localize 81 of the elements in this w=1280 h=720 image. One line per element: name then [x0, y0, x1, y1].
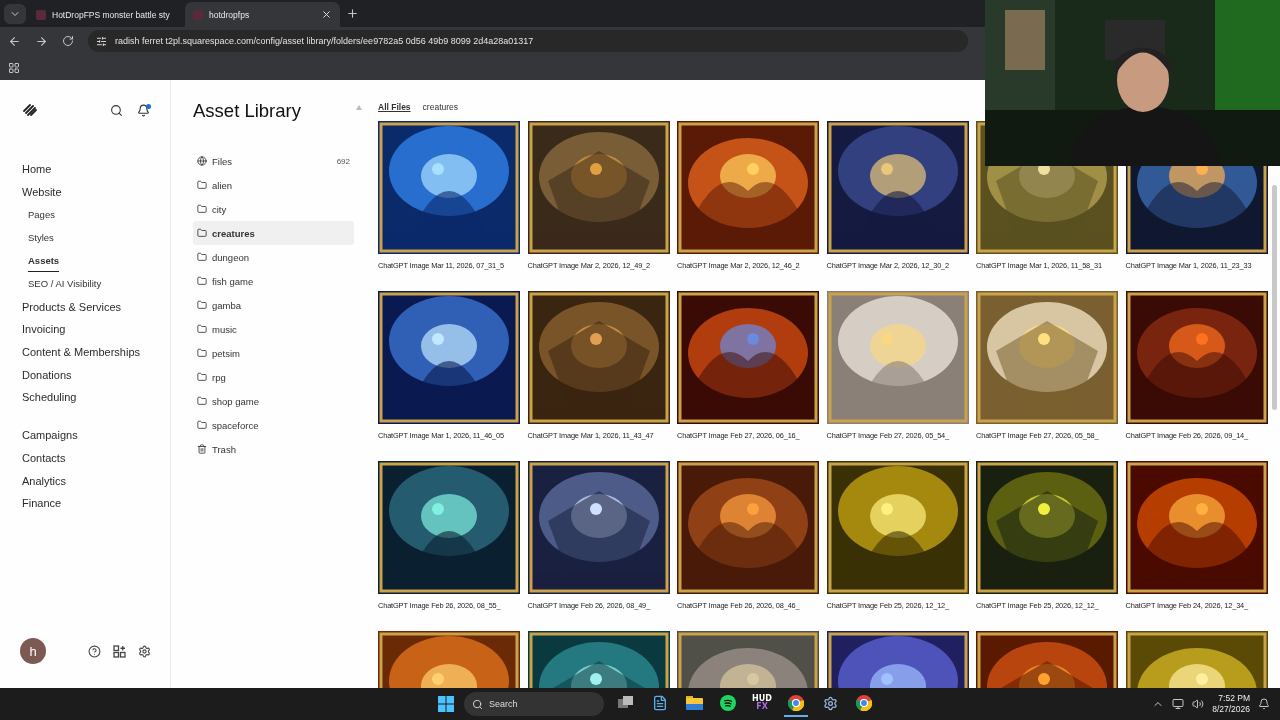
folder-icon	[197, 420, 207, 430]
nav-link[interactable]: Home	[22, 158, 170, 181]
help-icon[interactable]	[88, 644, 101, 658]
search-icon[interactable]	[110, 103, 123, 117]
folder-item[interactable]: petsim	[193, 341, 354, 365]
volume-icon[interactable]	[1192, 698, 1205, 710]
page-title: Asset Library	[193, 100, 302, 122]
nav-link[interactable]: Scheduling	[22, 386, 170, 409]
folder-icon	[197, 372, 207, 382]
notification-bell-icon[interactable]	[1258, 698, 1270, 710]
avatar[interactable]: h	[20, 638, 46, 664]
notepad-icon[interactable]	[652, 695, 668, 711]
nav-sublink[interactable]: SEO / AI Visibility	[28, 272, 102, 296]
monitor-icon[interactable]	[1172, 698, 1185, 710]
search-field[interactable]: Search	[464, 692, 604, 716]
breadcrumb-link[interactable]: All Files	[378, 102, 411, 112]
address-bar[interactable]: radish ferret t2pl.squarespace.com/config/asset library/folders/ee9782a5 0d56 49b9 8099 2d4a28a01317	[88, 30, 968, 52]
folder-item[interactable]: dungeon	[193, 245, 354, 269]
folder-item[interactable]: gamba	[193, 293, 354, 317]
favicon-icon	[36, 9, 46, 20]
folder-item[interactable]: Trash	[193, 437, 354, 461]
settings-icon[interactable]	[138, 644, 151, 658]
folder-icon	[197, 300, 207, 310]
browser-icon[interactable]	[788, 695, 804, 711]
music-app-icon[interactable]	[720, 695, 736, 711]
nav-link[interactable]: Donations	[22, 363, 170, 387]
apps-icon[interactable]	[8, 61, 20, 74]
nav-link[interactable]: Contacts	[22, 446, 170, 470]
site-info-icon[interactable]	[96, 35, 107, 47]
gear-icon[interactable]	[822, 695, 838, 711]
folder-item[interactable]: creatures	[193, 221, 354, 245]
browser-icon[interactable]	[856, 695, 872, 711]
folder-item[interactable]: fish game	[193, 269, 354, 293]
file-count: 692	[336, 156, 350, 166]
clock[interactable]: 7:52 PM 8/27/2026	[1212, 693, 1250, 715]
folder-icon	[197, 276, 207, 286]
nav-link[interactable]: Analytics	[22, 469, 170, 492]
nav-link[interactable]: Website	[22, 180, 170, 204]
breadcrumb-link[interactable]: creatures	[422, 102, 459, 112]
logo-icon[interactable]	[22, 103, 38, 117]
folder-icon	[197, 204, 207, 214]
folder-item[interactable]: city	[193, 197, 354, 221]
nav-sublink[interactable]: Styles	[28, 226, 54, 250]
start-icon[interactable]	[438, 696, 454, 712]
folder-icon	[197, 252, 207, 262]
nav-sublink[interactable]: Assets	[28, 249, 60, 273]
nav-link[interactable]: Campaigns	[22, 423, 170, 447]
folder-item[interactable]: Files 692	[193, 149, 354, 173]
folder-item[interactable]: spaceforce	[193, 413, 354, 437]
folder-item[interactable]: rpg	[193, 365, 354, 389]
notification-bell-icon[interactable]	[137, 103, 150, 117]
folder-icon[interactable]	[685, 696, 703, 710]
folder-icon	[197, 396, 207, 406]
back-icon[interactable]	[8, 34, 21, 48]
nav-link[interactable]: Content & Memberships	[22, 340, 170, 364]
folder-item[interactable]: shop game	[193, 389, 354, 413]
scrollbar[interactable]	[1272, 185, 1277, 410]
folder-item[interactable]: alien	[193, 173, 354, 197]
forward-icon[interactable]	[35, 34, 48, 48]
new-tab-icon[interactable]	[346, 7, 359, 20]
folder-icon	[197, 348, 207, 358]
tab-list-button[interactable]	[4, 4, 26, 24]
nav-link[interactable]: Invoicing	[22, 318, 170, 341]
nav-sublink[interactable]: Pages	[28, 203, 55, 227]
folder-icon	[197, 228, 207, 238]
trash-icon	[197, 444, 207, 454]
folder-icon	[197, 324, 207, 334]
globe-icon	[197, 156, 207, 166]
browser-tab[interactable]: hotdropfps	[185, 2, 340, 27]
reload-icon[interactable]	[62, 35, 74, 47]
folder-item[interactable]: music	[193, 317, 354, 341]
favicon-icon	[193, 9, 203, 20]
nav-link[interactable]: Finance	[22, 491, 170, 515]
taskbar-app[interactable]: HUD FX	[750, 691, 774, 717]
close-icon[interactable]	[321, 9, 332, 20]
search-icon	[472, 698, 483, 710]
hud-app-icon[interactable]: HUD FX	[752, 695, 772, 711]
windows-icon[interactable]	[618, 696, 634, 710]
nav-link[interactable]: Products & Services	[22, 295, 170, 319]
add-widget-icon[interactable]	[113, 644, 126, 658]
folder-icon	[197, 180, 207, 190]
